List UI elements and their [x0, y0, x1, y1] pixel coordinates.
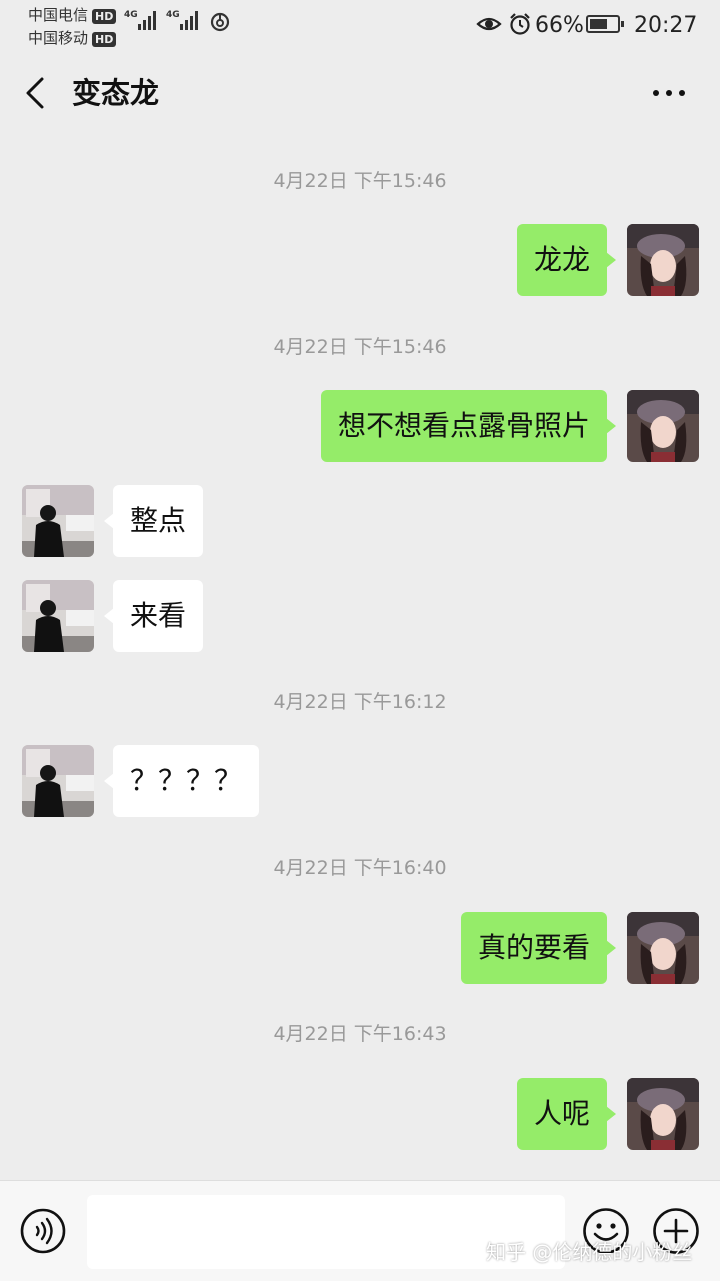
message-timestamp: 4月22日 下午16:43 — [273, 1023, 447, 1045]
carrier-1-label: 中国电信 — [28, 6, 89, 24]
network-label: 4G — [124, 10, 138, 20]
hd-badge: HD — [92, 32, 117, 47]
battery-percentage: 66% — [535, 12, 584, 38]
my-avatar-image — [627, 912, 699, 984]
battery-icon — [586, 15, 624, 33]
avatar[interactable] — [22, 745, 94, 817]
message-bubble-received[interactable]: ？？？？ — [103, 745, 260, 817]
message-bubble-received[interactable]: 整点 — [103, 485, 204, 557]
avatar[interactable] — [627, 390, 699, 462]
avatar[interactable] — [22, 485, 94, 557]
message-bubble-sent[interactable]: 人呢 — [516, 1078, 617, 1150]
message-bubble-sent[interactable]: 真的要看 — [460, 912, 617, 984]
avatar[interactable] — [627, 224, 699, 296]
message-bubble-sent[interactable]: 想不想看点露骨照片 — [320, 390, 617, 462]
hotspot-icon — [210, 12, 230, 32]
carrier-2-label: 中国移动 — [28, 29, 89, 47]
status-bar: 中国电信 HD 中国移动 HD 4G 4G 66% 20:27 — [0, 0, 720, 50]
alarm-icon — [510, 13, 530, 35]
message-bubble-sent[interactable]: 龙龙 — [516, 224, 617, 296]
carrier-2: 中国移动 HD — [28, 27, 117, 48]
hd-badge: HD — [92, 9, 117, 24]
carrier-1: 中国电信 HD — [28, 4, 117, 25]
chat-title: 变态龙 — [72, 76, 160, 110]
contact-avatar-image — [22, 580, 94, 652]
avatar[interactable] — [627, 1078, 699, 1150]
avatar[interactable] — [22, 580, 94, 652]
clock: 20:27 — [634, 12, 698, 38]
my-avatar-image — [627, 224, 699, 296]
message-timestamp: 4月22日 下午16:12 — [273, 691, 447, 713]
my-avatar-image — [627, 390, 699, 462]
message-timestamp: 4月22日 下午16:40 — [273, 857, 447, 879]
my-avatar-image — [627, 1078, 699, 1150]
back-arrow-icon[interactable] — [20, 73, 60, 113]
input-bar — [0, 1180, 720, 1281]
avatar[interactable] — [627, 912, 699, 984]
message-timestamp: 4月22日 下午15:46 — [273, 336, 447, 358]
voice-input-icon[interactable] — [20, 1208, 66, 1254]
contact-avatar-image — [22, 745, 94, 817]
eye-comfort-icon — [476, 17, 502, 31]
more-options-icon[interactable] — [648, 83, 690, 103]
contact-avatar-image — [22, 485, 94, 557]
message-bubble-received[interactable]: 来看 — [103, 580, 204, 652]
network-label: 4G — [166, 10, 180, 20]
watermark: 知乎 @伦纳德的小粉丝 — [486, 1240, 693, 1264]
chat-header: 变态龙 — [0, 55, 720, 130]
message-timestamp: 4月22日 下午15:46 — [273, 170, 447, 192]
